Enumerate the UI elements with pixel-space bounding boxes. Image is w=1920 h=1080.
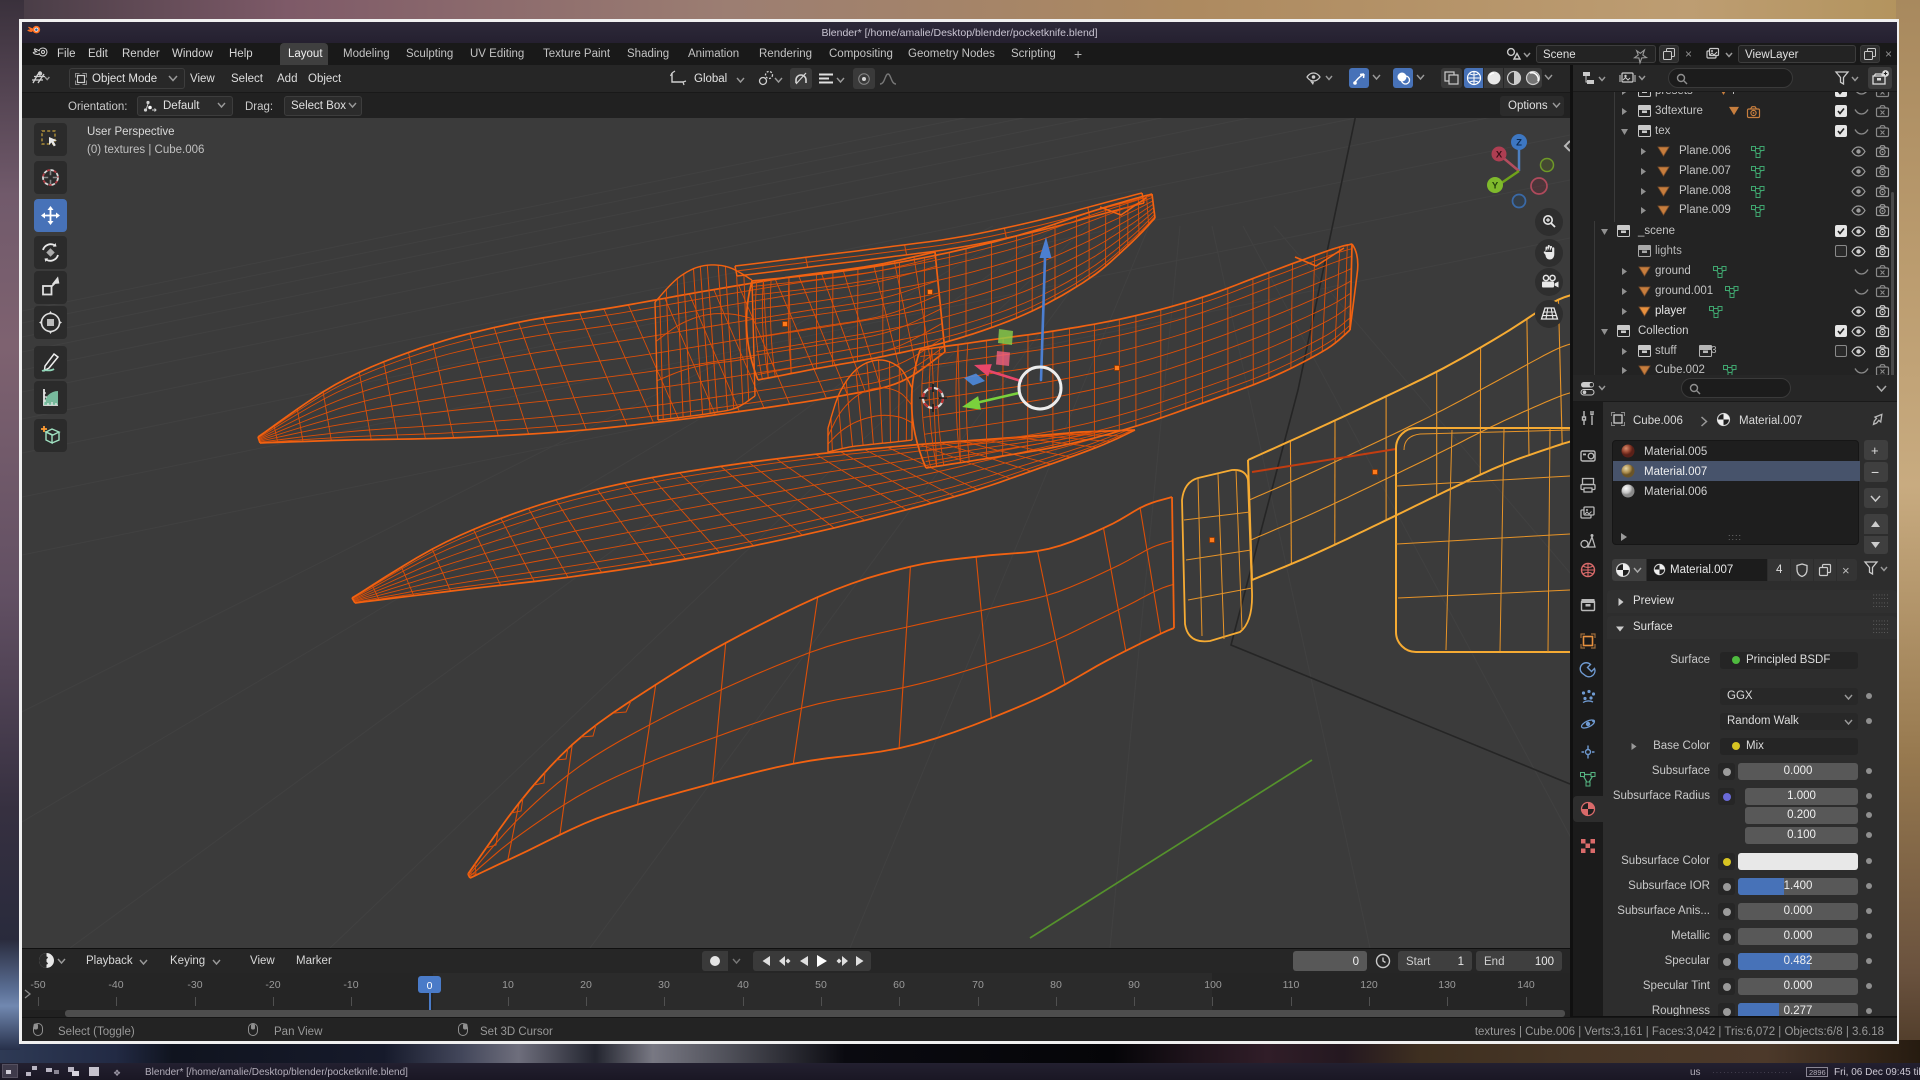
- svg-text:Z: Z: [1516, 138, 1522, 149]
- svg-text:X: X: [1496, 150, 1503, 161]
- svg-text:Y: Y: [1492, 181, 1499, 192]
